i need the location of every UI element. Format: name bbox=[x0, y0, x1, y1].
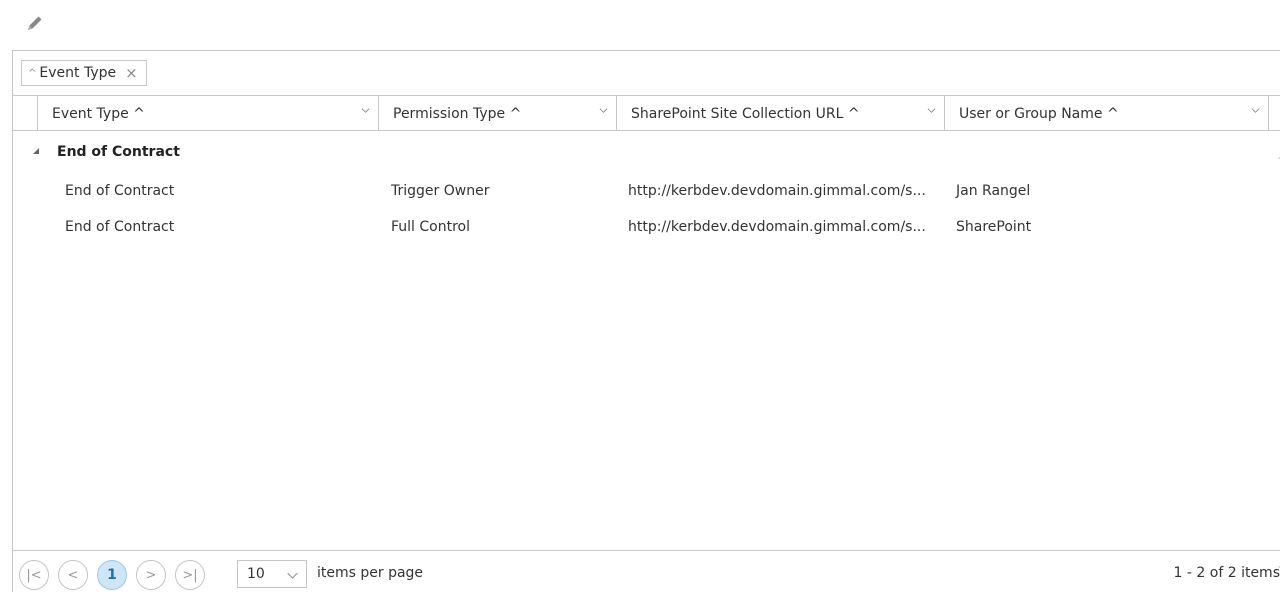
grid-header: Event Type ^ Permission Type ^ SharePoin… bbox=[13, 95, 1280, 131]
group-panel: ^ Event Type × bbox=[13, 51, 1280, 95]
page-size-label: items per page bbox=[317, 565, 424, 581]
group-chip-event-type[interactable]: ^ Event Type × bbox=[21, 60, 147, 86]
column-menu-chevron-down-icon[interactable] bbox=[599, 106, 608, 115]
close-icon[interactable]: × bbox=[125, 64, 138, 82]
collapse-triangle-icon[interactable] bbox=[33, 148, 39, 154]
column-header-label: User or Group Name ^ bbox=[959, 105, 1119, 122]
column-menu-chevron-down-icon[interactable] bbox=[1251, 106, 1260, 115]
pager: |< < 1 > >| 10 items per page 1 - 2 of 2… bbox=[13, 550, 1280, 593]
cell-user-group: Jan Rangel bbox=[956, 183, 1031, 199]
group-row-label: End of Contract bbox=[57, 144, 180, 160]
last-page-button[interactable]: >| bbox=[175, 560, 205, 590]
column-menu-chevron-down-icon[interactable] bbox=[361, 106, 370, 115]
column-header-event-type[interactable]: Event Type ^ bbox=[37, 96, 378, 131]
chevron-down-icon bbox=[287, 568, 298, 579]
cell-event-type: End of Contract bbox=[65, 183, 175, 199]
cell-site-url: http://kerbdev.devdomain.gimmal.com/s... bbox=[628, 219, 926, 235]
cell-site-url: http://kerbdev.devdomain.gimmal.com/s... bbox=[628, 183, 926, 199]
sort-asc-icon[interactable]: ^ bbox=[28, 68, 36, 79]
grid-body: End of Contract End of Contract Trigger … bbox=[13, 131, 1280, 550]
cell-user-group: SharePoint bbox=[956, 219, 1032, 235]
column-header-user-group[interactable]: User or Group Name ^ bbox=[944, 96, 1269, 131]
column-menu-chevron-down-icon[interactable] bbox=[927, 106, 936, 115]
cell-permission-type: Full Control bbox=[391, 219, 470, 235]
next-page-button[interactable]: > bbox=[136, 560, 166, 590]
column-header-label: Permission Type ^ bbox=[393, 105, 522, 122]
permissions-grid: ^ Event Type × Event Type ^ Permission T… bbox=[12, 50, 1280, 592]
column-header-label: SharePoint Site Collection URL ^ bbox=[631, 105, 860, 122]
cell-event-type: End of Contract bbox=[65, 219, 175, 235]
first-page-button[interactable]: |< bbox=[19, 560, 49, 590]
previous-page-button[interactable]: < bbox=[58, 560, 88, 590]
group-chip-label: Event Type bbox=[39, 65, 117, 81]
table-row[interactable]: End of Contract Trigger Owner http://ker… bbox=[13, 173, 1280, 209]
page-button-current[interactable]: 1 bbox=[97, 560, 127, 590]
edit-pencil-icon[interactable] bbox=[24, 12, 46, 34]
pager-info: 1 - 2 of 2 items bbox=[1173, 565, 1280, 581]
page-size-select[interactable]: 10 bbox=[237, 560, 307, 588]
page-size-value: 10 bbox=[247, 566, 265, 582]
column-header-permission-type[interactable]: Permission Type ^ bbox=[378, 96, 616, 131]
column-header-site-url[interactable]: SharePoint Site Collection URL ^ bbox=[616, 96, 944, 131]
cell-permission-type: Trigger Owner bbox=[391, 183, 490, 199]
table-row[interactable]: End of Contract Full Control http://kerb… bbox=[13, 209, 1280, 245]
column-header-label: Event Type ^ bbox=[52, 105, 145, 122]
